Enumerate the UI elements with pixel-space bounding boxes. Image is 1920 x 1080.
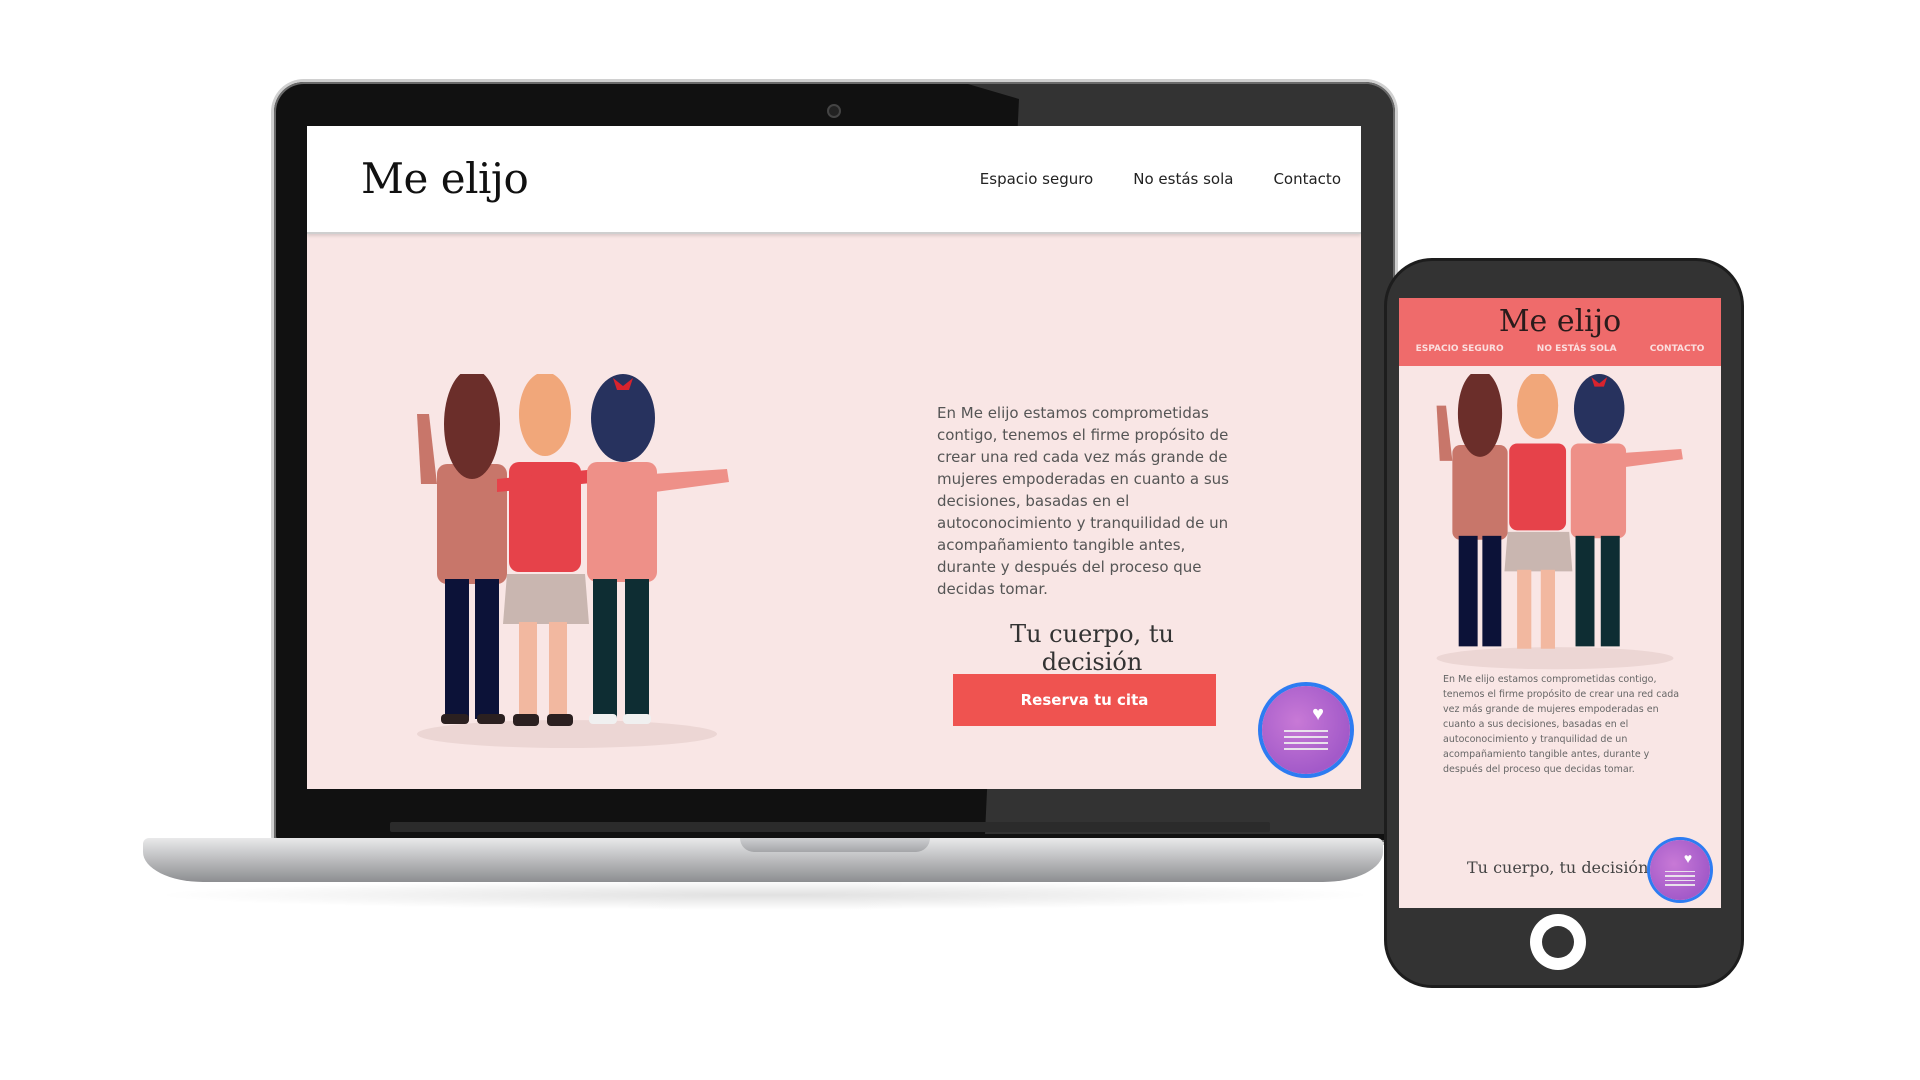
mobile-tagline: Tu cuerpo, tu decisión (1467, 858, 1649, 877)
nav-item-no-estas-sola[interactable]: No estás sola (1133, 170, 1233, 188)
mobile-logo[interactable]: Me elijo (1399, 304, 1721, 339)
mobile-nav: ESPACIO SEGURO NO ESTÁS SOLA CONTACTO (1399, 344, 1721, 354)
intro-paragraph: En Me elijo estamos comprometidas contig… (937, 404, 1229, 598)
lines-icon (1284, 726, 1328, 754)
chat-heart-icon-mobile[interactable]: ♥ (1650, 840, 1710, 900)
chat-heart-icon[interactable]: ♥ (1262, 686, 1350, 774)
nav-item-contacto[interactable]: Contacto (1273, 170, 1341, 188)
mobile-site: Me elijo ESPACIO SEGURO NO ESTÁS SOLA CO… (1399, 298, 1721, 908)
hero-section: En Me elijo estamos comprometidas contig… (307, 234, 1361, 789)
mobile-header: Me elijo ESPACIO SEGURO NO ESTÁS SOLA CO… (1399, 298, 1721, 366)
nav-item-espacio-seguro[interactable]: Espacio seguro (980, 170, 1093, 188)
main-nav: Espacio seguro No estás sola Contacto (980, 170, 1341, 188)
reserve-appointment-button[interactable]: Reserva tu cita (953, 674, 1216, 726)
tagline: Tu cuerpo, tu decisión (1010, 620, 1174, 676)
home-button[interactable] (1530, 914, 1586, 970)
mobile-nav-no-estas-sola[interactable]: NO ESTÁS SOLA (1537, 344, 1617, 354)
mobile-nav-contacto[interactable]: CONTACTO (1650, 344, 1705, 354)
desktop-site: Me elijo Espacio seguro No estás sola Co… (307, 126, 1361, 789)
mobile-nav-espacio-seguro[interactable]: ESPACIO SEGURO (1416, 344, 1504, 354)
laptop-shadow (150, 880, 1380, 910)
laptop-bezel (390, 822, 1270, 832)
three-women-illustration (417, 374, 729, 748)
site-logo[interactable]: Me elijo (361, 154, 529, 203)
mobile-intro-paragraph: En Me elijo estamos comprometidas contig… (1443, 674, 1680, 775)
laptop-notch (740, 838, 930, 852)
heart-icon: ♥ (1683, 849, 1693, 866)
heart-icon: ♥ (1312, 703, 1324, 725)
camera-icon (827, 104, 841, 118)
three-women-illustration-mobile (1436, 374, 1683, 670)
lines-icon (1665, 868, 1695, 889)
home-button-ring (1542, 926, 1574, 958)
site-header: Me elijo Espacio seguro No estás sola Co… (307, 126, 1361, 234)
